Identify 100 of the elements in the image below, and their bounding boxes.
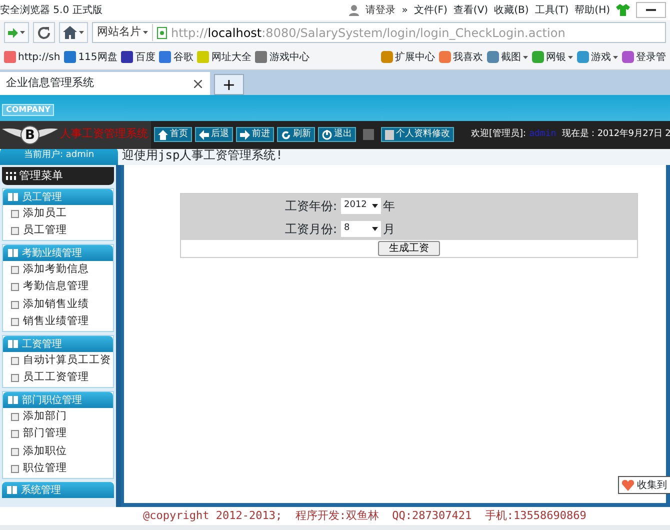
menu-link[interactable]: 添加职位	[3, 443, 113, 460]
page-icon	[11, 430, 19, 438]
page-icon	[11, 210, 19, 218]
page-icon	[11, 448, 19, 456]
browser-tab[interactable]: 企业信息管理系统	[0, 72, 210, 95]
toolbar-link[interactable]: 网银	[532, 50, 573, 64]
nav-button[interactable]: 刷新	[277, 127, 315, 142]
shirt-icon	[616, 4, 630, 16]
menu-link[interactable]: 部门管理	[3, 426, 113, 443]
home-icon	[63, 26, 77, 39]
user-name: admin	[529, 128, 556, 141]
bookmark-link[interactable]: 游戏中心	[255, 50, 310, 64]
menu-link[interactable]: 考勤信息管理	[3, 278, 113, 296]
panel-icon	[8, 249, 18, 257]
collect-button[interactable]: 收集到	[618, 476, 670, 494]
page-icon	[11, 283, 19, 292]
tool-icon	[381, 51, 393, 63]
field-label: 工资月份:	[284, 220, 338, 238]
profile-button[interactable]: 个人资料修改	[381, 127, 454, 142]
login-link[interactable]: 请登录	[366, 2, 396, 18]
home-icon	[158, 130, 168, 140]
home-button[interactable]	[59, 22, 88, 43]
menu-link[interactable]: 添加销售业绩	[3, 296, 113, 314]
generate-button[interactable]: 生成工资	[378, 241, 440, 256]
menu-link[interactable]: 员工工资管理	[3, 370, 113, 387]
panel-icon	[8, 193, 18, 201]
menu-item[interactable]: 查看(V)	[453, 2, 488, 18]
power-icon	[322, 130, 332, 140]
menu-item[interactable]: 工具(T)	[534, 2, 569, 18]
tool-icon	[577, 51, 589, 63]
toolbar-link[interactable]: 我喜欢	[439, 50, 483, 64]
toolbar-link[interactable]: 扩展中心	[381, 50, 435, 64]
minimize-icon	[646, 9, 656, 11]
company-label: COMPANY	[2, 104, 54, 116]
menu-item[interactable]: 帮助(H)	[574, 2, 610, 18]
caret-icon	[523, 56, 528, 58]
site-icon	[64, 51, 76, 63]
caret-icon	[143, 31, 148, 34]
menu-link[interactable]: 添加员工	[3, 205, 113, 222]
address-url[interactable]: http://localhost:8080/SalarySystem/login/login_CheckLogin.action	[171, 24, 566, 42]
toolbar-link[interactable]: 游戏	[577, 50, 618, 64]
toolbar-link[interactable]: 登录管	[622, 50, 666, 64]
refresh-button[interactable]	[33, 22, 55, 43]
menu-link[interactable]: 销售业绩管理	[3, 314, 113, 331]
unit-label: 月	[383, 220, 395, 238]
site-icon	[255, 51, 268, 63]
caret-icon	[79, 31, 84, 34]
square-icon	[363, 129, 374, 140]
page-icon	[11, 266, 19, 274]
nav-button[interactable]: 退出	[318, 127, 356, 142]
page-icon	[11, 318, 19, 326]
arrow-icon	[199, 130, 209, 140]
nav-button[interactable]: 首页	[154, 127, 192, 142]
page-icon	[11, 412, 19, 421]
welcome-text: 欢迎[管理员]:	[471, 128, 526, 141]
arrow-icon	[240, 130, 250, 140]
tool-icon	[622, 51, 634, 63]
site-icon	[197, 51, 210, 63]
select-field[interactable]: 2012	[341, 198, 381, 214]
menu-item[interactable]: 收藏(B)	[494, 2, 529, 18]
caret-icon	[20, 31, 25, 34]
panel-icon	[8, 396, 18, 404]
page-icon	[11, 227, 19, 236]
unit-label: 年	[383, 198, 395, 214]
bookmark-link[interactable]: 115网盘	[64, 50, 118, 64]
bookmark-link[interactable]: http://sh	[4, 50, 60, 64]
new-tab-button[interactable]: +	[214, 74, 244, 95]
bookmark-link[interactable]: 百度	[121, 50, 156, 64]
nav-button[interactable]: 前进	[236, 127, 274, 142]
arrow-icon	[8, 28, 18, 38]
nav-button[interactable]: 后退	[195, 127, 233, 142]
refresh-icon	[37, 26, 51, 40]
bookmark-link[interactable]: 网址大全	[197, 50, 252, 64]
site-icon	[121, 51, 134, 63]
page-icon	[157, 26, 167, 38]
menu-item[interactable]: 文件(F)	[414, 2, 448, 18]
tool-icon	[487, 51, 499, 63]
caret-icon	[372, 204, 378, 208]
caret-icon	[372, 226, 378, 230]
toolbar-link[interactable]: 截图	[487, 50, 528, 64]
menu-link[interactable]: 职位管理	[3, 460, 113, 478]
bookmark-link[interactable]: 谷歌	[159, 50, 194, 64]
date-text: 现在是：2012年9月27日 2	[562, 128, 670, 141]
select-field[interactable]: 8	[341, 220, 381, 236]
close-icon	[194, 80, 202, 88]
caret-icon	[568, 56, 573, 58]
more-menus-chevron[interactable]: »	[402, 2, 408, 18]
system-title: 人事工资管理系统	[60, 126, 148, 142]
logo-letter: B	[25, 126, 35, 144]
menu-link[interactable]: 自动计算员工工资	[3, 352, 113, 370]
site-card-dropdown[interactable]: 网站名片	[97, 24, 153, 41]
menu-link[interactable]: 添加部门	[3, 408, 113, 426]
user-icon	[348, 4, 360, 16]
tool-icon	[439, 51, 451, 63]
minimize-button[interactable]	[636, 2, 666, 18]
caret-icon	[613, 56, 618, 58]
window-title: 安全浏览器 5.0 正式版	[0, 4, 102, 18]
menu-link[interactable]: 员工管理	[3, 222, 113, 240]
menu-link[interactable]: 添加考勤信息	[3, 261, 113, 278]
wings-drawing	[0, 122, 60, 146]
